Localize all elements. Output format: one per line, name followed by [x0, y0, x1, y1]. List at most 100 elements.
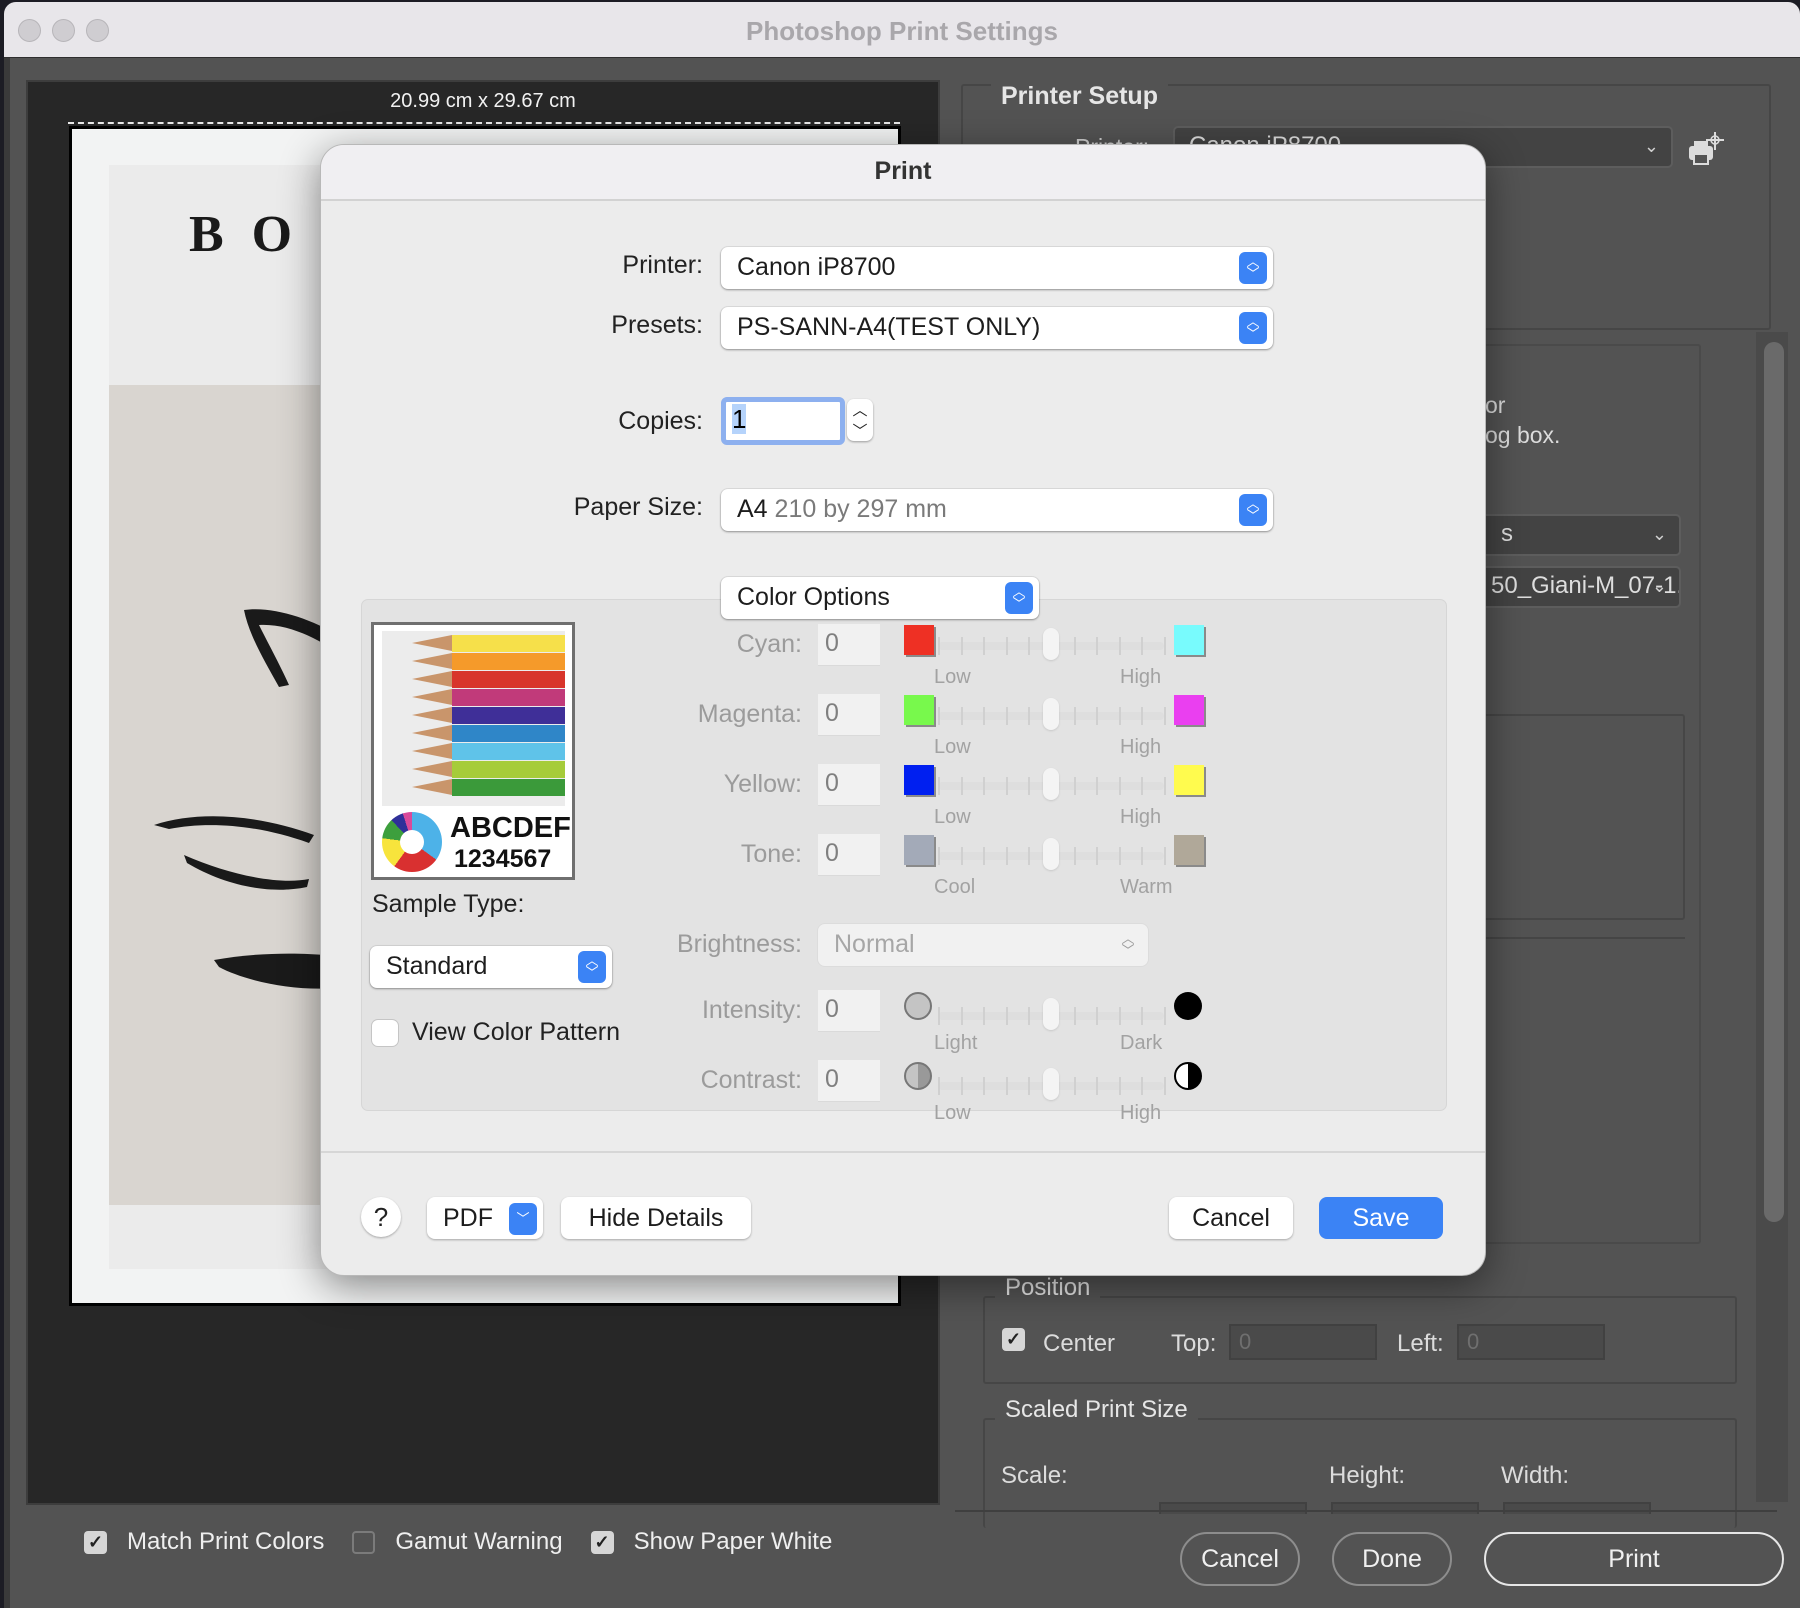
slider-tick	[960, 777, 963, 795]
tone-value-field[interactable]: 0	[818, 834, 880, 876]
magenta-slider-thumb[interactable]	[1043, 698, 1059, 730]
printer-popup[interactable]: Canon iP8700 ︿ ﹀	[721, 247, 1273, 289]
pencil-orange	[412, 653, 565, 670]
scale-input[interactable]	[1159, 1502, 1307, 1514]
tone-slider-thumb[interactable]	[1043, 838, 1059, 870]
ps-cancel-button[interactable]: Cancel	[1180, 1532, 1300, 1586]
match-print-colors-option[interactable]: ✓ Match Print Colors	[84, 1528, 324, 1556]
presets-popup-value: PS-SANN-A4(TEST ONLY)	[737, 313, 1041, 341]
show-paper-white-label: Show Paper White	[633, 1528, 833, 1555]
pencil-red	[412, 671, 565, 688]
done-button[interactable]: Done	[1332, 1532, 1452, 1586]
slider-tick	[1141, 707, 1144, 725]
slider-tick	[938, 847, 940, 865]
gamut-warning-option[interactable]: Gamut Warning	[352, 1528, 563, 1556]
chevron-down-icon: ⌄	[1651, 524, 1667, 544]
dark-circle-icon	[1174, 992, 1202, 1020]
cancel-button[interactable]: Cancel	[1169, 1197, 1293, 1239]
help-button[interactable]: ?	[361, 1197, 401, 1237]
view-color-pattern-checkbox[interactable]	[372, 1020, 398, 1046]
contrast-slider[interactable]	[938, 1068, 1166, 1100]
pencil-lime	[412, 761, 565, 778]
save-button[interactable]: Save	[1319, 1197, 1443, 1239]
decrement-icon[interactable]: ﹀	[852, 420, 867, 441]
settings-scrollbar[interactable]	[1756, 332, 1788, 1502]
increment-icon[interactable]: ︿	[852, 399, 867, 420]
copies-input[interactable]: 1	[721, 397, 845, 445]
yellow-slider[interactable]	[938, 768, 1166, 800]
document-size-readout: 20.99 cm x 29.67 cm	[390, 90, 576, 112]
hide-details-button[interactable]: Hide Details	[561, 1197, 751, 1239]
tone-slider[interactable]	[938, 838, 1166, 870]
cyan-high-label: High	[1120, 666, 1162, 688]
pencil-light-blue	[412, 743, 565, 760]
color-sample-preview: ABCDEF 1234567	[371, 622, 575, 880]
magenta-slider[interactable]	[938, 698, 1166, 730]
slider-tick	[960, 637, 963, 655]
chevron-down-icon: ⌄	[1651, 576, 1667, 596]
slider-tick	[1164, 1077, 1166, 1095]
magenta-high-swatch-icon	[1174, 695, 1204, 725]
height-input[interactable]	[1331, 1502, 1479, 1514]
slider-tick	[983, 1007, 986, 1025]
printer-add-icon[interactable]	[1685, 130, 1729, 170]
panel-section-popup[interactable]: Color Options ︿ ﹀	[721, 577, 1039, 619]
show-paper-white-checkbox[interactable]: ✓	[590, 1530, 614, 1554]
contrast-slider-thumb[interactable]	[1043, 1068, 1059, 1100]
high-contrast-icon	[1174, 1062, 1202, 1090]
center-checkbox[interactable]: ✓	[1002, 1328, 1025, 1351]
gamut-warning-checkbox[interactable]	[352, 1530, 376, 1554]
left-edge-strip	[4, 58, 10, 1608]
intensity-slider[interactable]	[938, 998, 1166, 1030]
yellow-value-field[interactable]: 0	[818, 764, 880, 806]
slider-tick	[1073, 707, 1076, 725]
pdf-menu-button[interactable]: PDF ﹀	[427, 1197, 543, 1239]
left-label: Left:	[1397, 1330, 1444, 1357]
intensity-slider-thumb[interactable]	[1043, 998, 1059, 1030]
pencil-yellow	[412, 635, 565, 652]
paper-size-name: A4	[737, 495, 768, 523]
cyan-slider[interactable]	[938, 628, 1166, 660]
print-dialog: Print Printer: Canon iP8700 ︿ ﹀ Presets: …	[320, 144, 1486, 1276]
top-input[interactable]: 0	[1229, 1324, 1377, 1360]
slider-tick	[1005, 1007, 1008, 1025]
cyan-value-field[interactable]: 0	[818, 624, 880, 666]
scale-label: Scale:	[1001, 1462, 1068, 1489]
slider-tick	[1164, 847, 1166, 865]
yellow-high-label: High	[1120, 806, 1162, 828]
slider-tick	[1141, 847, 1144, 865]
width-input[interactable]	[1503, 1502, 1651, 1514]
copies-stepper[interactable]: ︿ ﹀	[847, 399, 873, 441]
magenta-value-field[interactable]: 0	[818, 694, 880, 736]
center-label: Center	[1043, 1330, 1116, 1357]
slider-tick	[983, 707, 986, 725]
slider-tick	[1118, 1077, 1121, 1095]
settings-scrollbar-thumb[interactable]	[1764, 342, 1784, 1222]
paper-size-popup[interactable]: A4 210 by 297 mm ︿ ﹀	[721, 489, 1273, 531]
window-title: Photoshop Print Settings	[746, 16, 1058, 46]
copies-field-label: Copies:	[618, 407, 703, 435]
low-contrast-icon	[904, 1062, 932, 1090]
print-button[interactable]: Print	[1484, 1532, 1784, 1586]
brightness-popup[interactable]: Normal ︿ ﹀	[818, 924, 1148, 966]
scaled-print-size-title: Scaled Print Size	[995, 1396, 1198, 1424]
match-print-colors-checkbox[interactable]: ✓	[84, 1530, 107, 1554]
sample-type-popup[interactable]: Standard ︿ ﹀	[370, 946, 612, 988]
printer-field-label: Printer:	[622, 251, 703, 279]
show-paper-white-option[interactable]: ✓ Show Paper White	[590, 1528, 833, 1556]
intensity-value-field[interactable]: 0	[818, 990, 880, 1032]
brightness-value: Normal	[834, 930, 915, 958]
contrast-value-field[interactable]: 0	[818, 1060, 880, 1102]
intensity-high-label: Dark	[1120, 1032, 1163, 1054]
slider-tick	[938, 1007, 940, 1025]
presets-popup[interactable]: PS-SANN-A4(TEST ONLY) ︿ ﹀	[721, 307, 1273, 349]
magenta-high-label: High	[1120, 736, 1162, 758]
cyan-slider-thumb[interactable]	[1043, 628, 1059, 660]
left-input[interactable]: 0	[1457, 1324, 1605, 1360]
pencil-magenta	[412, 689, 565, 706]
slider-tick	[1164, 707, 1166, 725]
artwork-title-letters: BO	[189, 206, 321, 263]
title-bar: Photoshop Print Settings	[4, 2, 1800, 58]
yellow-slider-thumb[interactable]	[1043, 768, 1059, 800]
match-print-colors-label: Match Print Colors	[127, 1528, 325, 1555]
